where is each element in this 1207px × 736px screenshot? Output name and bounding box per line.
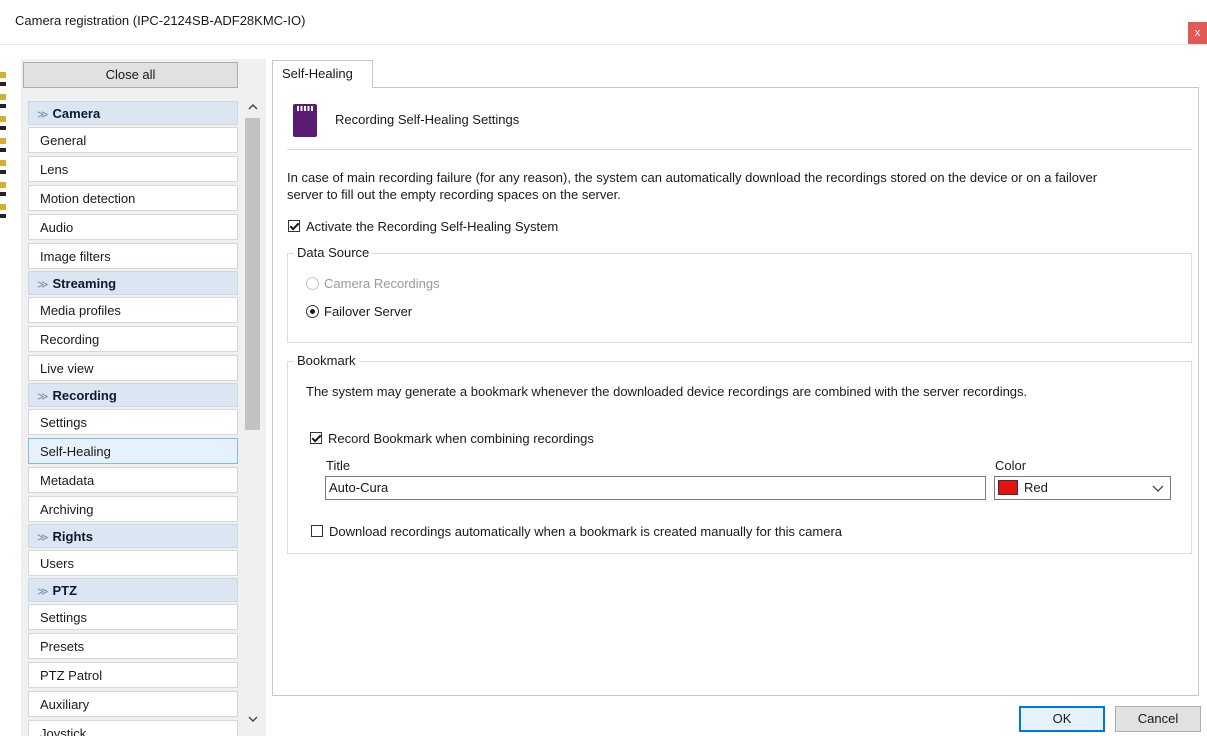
- sidebar-item-motion-detection[interactable]: Motion detection: [28, 185, 238, 211]
- close-all-button[interactable]: Close all: [23, 62, 238, 88]
- sidebar-item-auxiliary[interactable]: Auxiliary: [28, 691, 238, 717]
- title-input[interactable]: Auto-Cura: [325, 476, 986, 500]
- sidebar-item-users[interactable]: Users: [28, 550, 238, 576]
- chevron-down-icon: ≫: [37, 109, 49, 121]
- sidebar-item-general[interactable]: General: [28, 127, 238, 153]
- data-source-title: Data Source: [294, 245, 373, 260]
- sidebar-nav: ≫ Camera General Lens Motion detection Au…: [23, 97, 238, 736]
- cancel-button[interactable]: Cancel: [1115, 706, 1201, 732]
- data-source-group: [287, 253, 1192, 343]
- description-line-1: In case of main recording failure (for a…: [287, 170, 1098, 185]
- section-ptz[interactable]: ≫ PTZ: [28, 578, 238, 602]
- section-label: Rights: [52, 529, 93, 544]
- tab-self-healing[interactable]: Self-Healing: [272, 60, 373, 88]
- sidebar-item-self-healing[interactable]: Self-Healing: [28, 438, 238, 464]
- section-label: Recording: [52, 388, 117, 403]
- window-title: Camera registration (IPC-2124SB-ADF28KMC…: [15, 13, 306, 28]
- sidebar-item-settings[interactable]: Settings: [28, 409, 238, 435]
- sidebar-item-ptz-patrol[interactable]: PTZ Patrol: [28, 662, 238, 688]
- sd-card-icon: [293, 104, 317, 137]
- sidebar-item-joystick[interactable]: Joystick: [28, 720, 238, 736]
- color-field-label: Color: [995, 458, 1027, 473]
- ok-button[interactable]: OK: [1019, 706, 1105, 732]
- section-label: Camera: [52, 106, 101, 121]
- chevron-down-icon: ≫: [37, 586, 49, 598]
- sidebar-item-recording[interactable]: Recording: [28, 326, 238, 352]
- section-rights[interactable]: ≫ Rights: [28, 524, 238, 548]
- record-bookmark-label[interactable]: Record Bookmark when combining recording…: [328, 431, 594, 446]
- divider: [287, 149, 1192, 150]
- sidebar-item-audio[interactable]: Audio: [28, 214, 238, 240]
- color-select[interactable]: [994, 476, 1171, 500]
- title-field-label: Title: [326, 458, 351, 473]
- sidebar-item-image-filters[interactable]: Image filters: [28, 243, 238, 269]
- record-bookmark-checkbox[interactable]: [310, 432, 322, 444]
- sidebar-item-media-profiles[interactable]: Media profiles: [28, 297, 238, 323]
- activate-label[interactable]: Activate the Recording Self-Healing Syst…: [306, 219, 558, 234]
- color-value: Red: [1024, 480, 1048, 495]
- download-auto-checkbox[interactable]: [311, 525, 323, 537]
- failover-server-radio[interactable]: [306, 305, 319, 318]
- failover-server-label[interactable]: Failover Server: [324, 304, 412, 319]
- color-swatch: [998, 480, 1018, 495]
- download-auto-label[interactable]: Download recordings automatically when a…: [329, 524, 842, 539]
- section-label: Streaming: [52, 276, 117, 291]
- sidebar-item-presets[interactable]: Presets: [28, 633, 238, 659]
- sidebar-item-metadata[interactable]: Metadata: [28, 467, 238, 493]
- sidebar-item-live-view[interactable]: Live view: [28, 355, 238, 381]
- scroll-up-icon[interactable]: [244, 100, 261, 116]
- description-line-2: server to fill out the empty recording s…: [287, 187, 621, 202]
- chevron-down-icon: ≫: [37, 279, 49, 291]
- chevron-down-icon[interactable]: [1150, 476, 1166, 500]
- sidebar-item-lens[interactable]: Lens: [28, 156, 238, 182]
- camera-recordings-label: Camera Recordings: [324, 276, 440, 291]
- section-recording[interactable]: ≫ Recording: [28, 383, 238, 407]
- camera-recordings-radio: [306, 277, 319, 290]
- scroll-down-icon[interactable]: [244, 712, 261, 728]
- bookmark-description: The system may generate a bookmark whene…: [306, 384, 1028, 399]
- scrollbar-thumb[interactable]: [245, 118, 260, 430]
- section-label: PTZ: [52, 583, 78, 598]
- window-edge-marker: [0, 72, 6, 218]
- sidebar-item-archiving[interactable]: Archiving: [28, 496, 238, 522]
- chevron-down-icon: ≫: [37, 532, 49, 544]
- activate-checkbox[interactable]: [288, 220, 300, 232]
- page-heading: Recording Self-Healing Settings: [335, 112, 520, 127]
- bookmark-title: Bookmark: [294, 353, 359, 368]
- chevron-down-icon: ≫: [37, 391, 49, 403]
- sidebar-item-ptz-settings[interactable]: Settings: [28, 604, 238, 630]
- section-camera[interactable]: ≫ Camera: [28, 101, 238, 125]
- close-icon[interactable]: x: [1188, 22, 1207, 44]
- section-streaming[interactable]: ≫ Streaming: [28, 271, 238, 295]
